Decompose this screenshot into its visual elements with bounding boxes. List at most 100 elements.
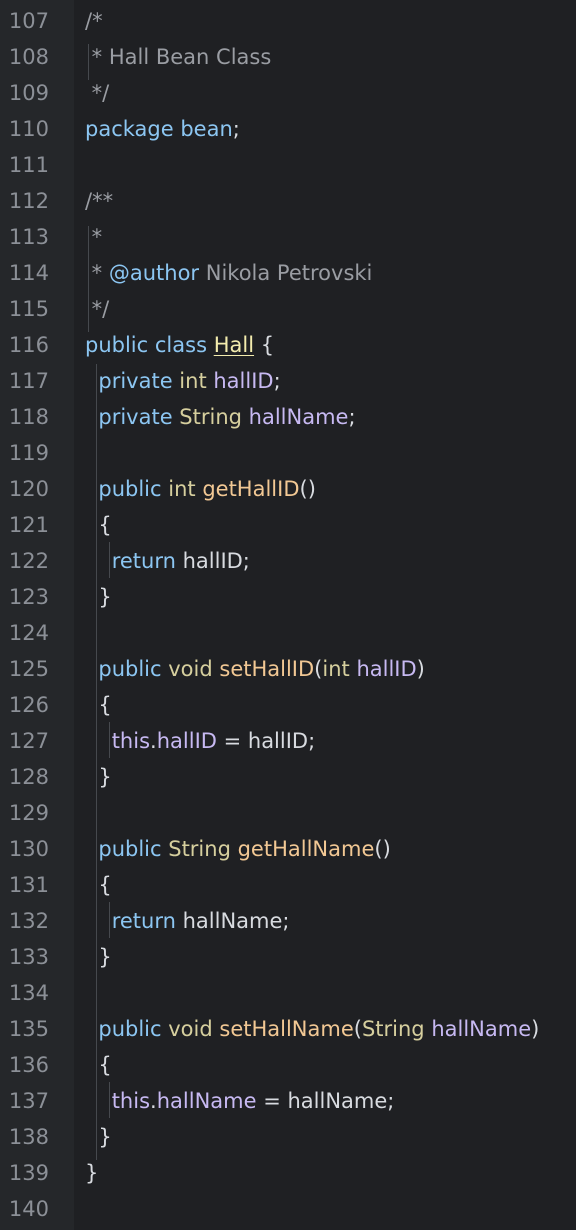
- code-line[interactable]: 115 */: [0, 291, 576, 327]
- code-text[interactable]: private String hallName;: [85, 399, 356, 435]
- code-text[interactable]: this.hallID = hallID;: [85, 723, 315, 759]
- code-line[interactable]: 121 {: [0, 507, 576, 543]
- line-number: 113: [8, 225, 49, 249]
- code-token: @author: [108, 261, 200, 285]
- code-line[interactable]: 134: [0, 975, 576, 1011]
- code-line[interactable]: 128 }: [0, 759, 576, 795]
- code-text[interactable]: {: [85, 1047, 112, 1083]
- line-number: 117: [8, 369, 49, 393]
- code-line[interactable]: 119: [0, 435, 576, 471]
- code-token: String: [361, 1017, 425, 1041]
- code-line[interactable]: 109 */: [0, 75, 576, 111]
- code-line[interactable]: 140: [0, 1191, 576, 1227]
- line-number: 108: [8, 45, 49, 69]
- code-line[interactable]: 125 public void setHallID(int hallID): [0, 651, 576, 687]
- code-text[interactable]: }: [85, 759, 111, 795]
- code-line[interactable]: 130 public String getHallName(): [0, 831, 576, 867]
- code-line[interactable]: 132 return hallName;: [0, 903, 576, 939]
- code-text[interactable]: /**: [85, 183, 113, 219]
- code-line[interactable]: 129: [0, 795, 576, 831]
- line-number: 125: [8, 657, 49, 681]
- code-text[interactable]: return hallName;: [85, 903, 290, 939]
- code-line[interactable]: 138 }: [0, 1119, 576, 1155]
- code-token: }: [85, 945, 112, 969]
- code-token: Hall: [213, 333, 255, 357]
- code-text[interactable]: {: [85, 507, 111, 543]
- code-text[interactable]: * Hall Bean Class: [85, 39, 272, 75]
- code-token: hallName: [156, 1089, 257, 1113]
- code-line[interactable]: 111: [0, 147, 576, 183]
- code-line[interactable]: 116 public class Hall {: [0, 327, 576, 363]
- code-line[interactable]: 135 public void setHallName(String hallN…: [0, 1011, 576, 1047]
- code-text[interactable]: public void setHallName(String hallName): [85, 1011, 539, 1047]
- code-line[interactable]: 114 * @author Nikola Petrovski: [0, 255, 576, 291]
- code-line[interactable]: 112 /**: [0, 183, 576, 219]
- code-line[interactable]: 118 private String hallName;: [0, 399, 576, 435]
- code-line[interactable]: 137 this.hallName = hallName;: [0, 1083, 576, 1119]
- code-text[interactable]: package bean;: [85, 111, 240, 147]
- code-token: void: [168, 1017, 213, 1041]
- code-line[interactable]: 117 private int hallID;: [0, 363, 576, 399]
- code-text[interactable]: */: [85, 75, 110, 111]
- code-text[interactable]: /*: [85, 3, 103, 39]
- code-token: private: [98, 369, 173, 393]
- code-text[interactable]: }: [85, 1119, 112, 1155]
- code-line[interactable]: 122 return hallID;: [0, 543, 576, 579]
- code-token: */: [85, 81, 110, 105]
- code-line[interactable]: 124: [0, 615, 576, 651]
- line-number: 114: [8, 261, 49, 285]
- code-text[interactable]: }: [85, 579, 111, 615]
- code-line[interactable]: 113 *: [0, 219, 576, 255]
- code-line[interactable]: 107 /*: [0, 3, 576, 39]
- code-token: }: [85, 1125, 112, 1149]
- code-text[interactable]: }: [85, 939, 112, 975]
- code-text[interactable]: public class Hall {: [85, 327, 274, 363]
- code-text[interactable]: {: [85, 687, 111, 723]
- code-line[interactable]: 139}: [0, 1155, 576, 1191]
- code-text[interactable]: this.hallName = hallName;: [85, 1083, 395, 1119]
- code-editor[interactable]: 107/* 108 * Hall Bean Class 109 */110 packa…: [0, 0, 576, 1230]
- code-line[interactable]: 123 }: [0, 579, 576, 615]
- code-line[interactable]: 131 {: [0, 867, 576, 903]
- line-number: 130: [8, 837, 49, 861]
- code-text[interactable]: * @author Nikola Petrovski: [85, 255, 373, 291]
- code-line[interactable]: 136 {: [0, 1047, 576, 1083]
- code-text[interactable]: {: [85, 867, 111, 903]
- line-number: 115: [8, 297, 49, 321]
- code-token: (): [374, 837, 391, 861]
- line-number: 123: [8, 585, 49, 609]
- line-number: 122: [8, 549, 49, 573]
- code-token: {: [85, 1053, 112, 1077]
- code-text[interactable]: public int getHallID(): [85, 471, 316, 507]
- code-token: ;: [348, 405, 356, 429]
- line-number: 112: [8, 189, 49, 213]
- code-token: return: [111, 909, 176, 933]
- code-token: ;: [232, 117, 240, 141]
- code-text[interactable]: public String getHallName(): [85, 831, 391, 867]
- code-token: /**: [85, 189, 114, 213]
- code-token: Nikola Petrovski: [199, 261, 373, 285]
- code-token: hallName: [248, 405, 349, 429]
- code-text[interactable]: public void setHallID(int hallID): [85, 651, 425, 687]
- code-line[interactable]: 133 }: [0, 939, 576, 975]
- code-token: String: [179, 405, 242, 429]
- code-line[interactable]: 120 public int getHallID(): [0, 471, 576, 507]
- line-number: 120: [8, 477, 49, 501]
- line-number: 133: [8, 945, 49, 969]
- code-line[interactable]: 108 * Hall Bean Class: [0, 39, 576, 75]
- code-token: (: [353, 1017, 362, 1041]
- code-token: getHallID: [202, 477, 300, 501]
- line-number: 131: [8, 873, 49, 897]
- line-number: 124: [8, 621, 49, 645]
- code-line[interactable]: 126 {: [0, 687, 576, 723]
- code-line[interactable]: 110 package bean;: [0, 111, 576, 147]
- code-line[interactable]: 127 this.hallID = hallID;: [0, 723, 576, 759]
- indent-guide: [109, 542, 110, 578]
- code-text[interactable]: }: [85, 1155, 98, 1191]
- code-text[interactable]: private int hallID;: [85, 363, 280, 399]
